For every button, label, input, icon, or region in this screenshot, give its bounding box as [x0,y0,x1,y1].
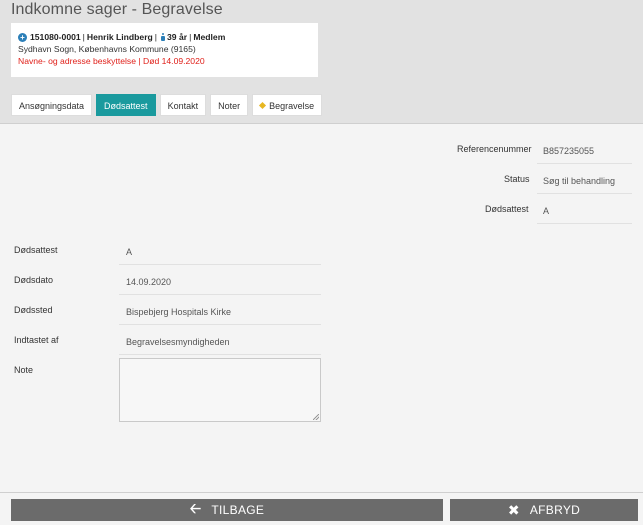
person-card: + 151080-0001 | Henrik Lindberg | 39 år … [11,23,318,77]
arrow-left-icon: 🡠 [189,500,202,516]
note-textarea[interactable] [119,358,321,422]
person-summary: + 151080-0001 | Henrik Lindberg | 39 år … [18,31,318,43]
reference-value: B857235055 [537,144,632,164]
person-id: 151080-0001 [30,32,81,42]
close-icon: ✖ [507,501,520,518]
cancel-button-label: AFBRYD [529,503,581,517]
entered-by-label: Indtastet af [14,335,59,345]
separator: | [189,32,192,42]
tab-noter[interactable]: Noter [210,94,249,116]
summary-certificate-label: Dødsattest [485,204,529,214]
separator: | [82,32,85,42]
summary-certificate-value: A [537,204,632,224]
page-title: Indkomne sager - Begravelse [11,1,223,18]
cancel-button[interactable]: ✖ AFBRYD [450,499,638,521]
person-name: Henrik Lindberg [86,32,153,42]
person-age: 39 år [167,32,188,42]
back-button[interactable]: 🡠 TILBAGE [11,499,443,521]
note-label: Note [14,365,34,375]
tab-ansoegningsdata[interactable]: Ansøgningsdata [11,94,93,116]
certificate-label: Dødsattest [14,245,58,255]
tab-begravelse-label: Begravelse [269,101,315,111]
place-label: Dødssted [14,305,53,315]
plus-circle-icon[interactable]: + [18,32,27,42]
status-label: Status [504,174,530,184]
entered-by-value: Begravelsesmyndigheden [119,335,321,355]
date-label: Dødsdato [14,275,54,285]
tab-kontakt[interactable]: Kontakt [159,94,207,116]
header: Indkomne sager - Begravelse + 151080-000… [0,0,643,124]
footer: 🡠 TILBAGE ✖ AFBRYD [0,492,643,525]
separator: | [154,32,158,42]
person-warning: Navne- og adresse beskyttelse | Død 14.0… [18,56,205,66]
status-value: Søg til behandling [537,174,632,194]
back-button-label: TILBAGE [211,503,265,517]
tab-begravelse[interactable]: Begravelse [252,94,323,116]
tab-doedsattest[interactable]: Dødsattest [96,94,156,116]
diamond-icon [259,102,267,110]
certificate-value: A [119,245,321,265]
resize-handle[interactable] [313,414,319,420]
reference-label: Referencenummer [457,144,532,154]
person-icon [161,33,166,41]
place-value: Bispebjerg Hospitals Kirke [119,305,321,325]
person-membership: Medlem [193,32,226,42]
date-value: 14.09.2020 [119,275,321,295]
person-parish: Sydhavn Sogn, Københavns Kommune (9165) [18,44,196,54]
tab-bar: Ansøgningsdata Dødsattest Kontakt Noter … [11,94,326,116]
